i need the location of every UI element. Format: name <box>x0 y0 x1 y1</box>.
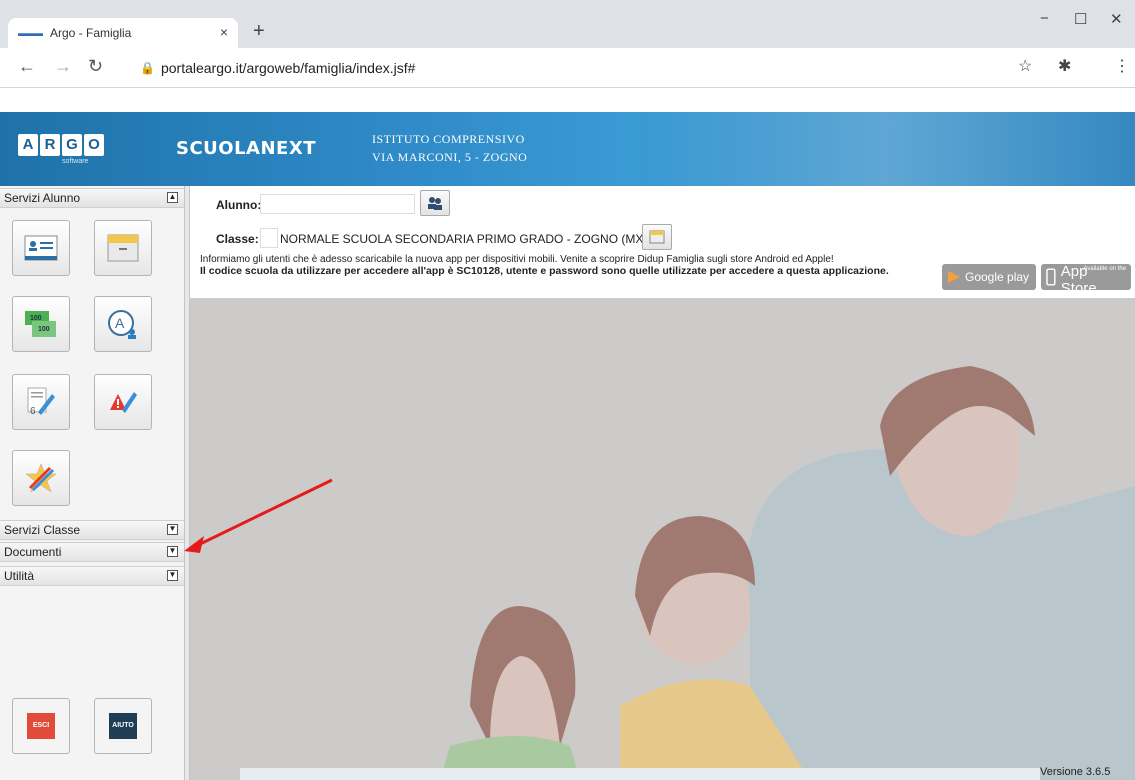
student-card-icon[interactable] <box>12 220 70 276</box>
forward-arrow-icon[interactable]: → <box>54 56 72 77</box>
google-play-label: Google play <box>965 270 1030 284</box>
argo-logo: A R G O <box>18 134 104 156</box>
section-utilita[interactable]: Utilità ▼ <box>0 566 186 586</box>
section-servizi-alunno[interactable]: Servizi Alunno ▲ <box>0 188 186 208</box>
exit-button[interactable]: ESCI <box>12 698 70 754</box>
logo-letter: O <box>84 134 104 156</box>
google-play-badge[interactable]: Google play <box>942 264 1036 290</box>
app-announcement: Informiamo gli utenti che è adesso scari… <box>200 254 834 265</box>
expand-toggle-icon[interactable]: ▼ <box>167 546 178 557</box>
school-name: ISTITUTO COMPRENSIVO <box>372 132 525 146</box>
grade-100-label: 100 <box>30 315 42 322</box>
status-strip <box>240 768 1040 780</box>
app-store-sub: Available on the <box>1083 266 1126 272</box>
select-student-button[interactable] <box>420 190 450 216</box>
reload-icon[interactable]: ↻ <box>88 56 103 77</box>
section-label: Documenti <box>4 545 62 559</box>
class-field <box>260 228 278 248</box>
logo-letter: R <box>40 134 60 156</box>
student-info-panel: Alunno: Classe: NORMALE SCUOLA SECONDARI… <box>190 186 1135 298</box>
section-servizi-classe[interactable]: Servizi Classe ▼ <box>0 520 186 540</box>
url-text: portaleargo.it/argoweb/famiglia/index.js… <box>160 60 416 76</box>
browser-tab-bar: ▬▬▬ Argo - Famiglia × + − ☐ ✕ <box>0 0 1135 48</box>
grade-100-label: 100 <box>38 326 50 333</box>
address-bar: ← → ↻ 🔒 portaleargo.it/argoweb/famiglia/… <box>0 48 1135 88</box>
minimize-button[interactable]: − <box>1040 10 1049 27</box>
register-book-icon <box>649 230 665 244</box>
logo-letter: A <box>18 134 38 156</box>
maximize-button[interactable]: ☐ <box>1074 10 1087 28</box>
header-photo-overlay <box>640 112 1135 186</box>
url-field[interactable]: 🔒 portaleargo.it/argoweb/famiglia/index.… <box>140 54 1095 82</box>
close-window-button[interactable]: ✕ <box>1110 10 1123 28</box>
menu-kebab-icon[interactable]: ⋮ <box>1114 56 1130 76</box>
class-details-button[interactable] <box>642 224 672 250</box>
new-tab-button[interactable]: + <box>253 20 265 43</box>
school-info: ISTITUTO COMPRENSIVO VIA MARCONI, 5 - ZO… <box>372 130 527 166</box>
achievements-star-icon[interactable] <box>12 450 70 506</box>
school-address: VIA MARCONI, 5 - ZOGNO <box>372 150 528 164</box>
expand-toggle-icon[interactable]: ▼ <box>167 570 178 581</box>
logo-subtitle: software <box>62 158 89 165</box>
absences-letter: A <box>115 315 125 331</box>
alunno-label: Alunno: <box>216 198 262 212</box>
student-name-field <box>260 194 415 214</box>
browser-tab[interactable]: ▬▬▬ Argo - Famiglia × <box>8 18 238 48</box>
collapse-toggle-icon[interactable]: ▲ <box>167 192 178 203</box>
homework-icon[interactable]: 6 <box>12 374 70 430</box>
back-arrow-icon[interactable]: ← <box>18 56 36 77</box>
section-label: Servizi Classe <box>4 523 81 537</box>
section-label: Servizi Alunno <box>4 191 81 205</box>
grades-icon[interactable]: 100 100 <box>12 296 70 352</box>
exit-label: ESCI <box>27 713 55 739</box>
logo-letter: G <box>62 134 82 156</box>
help-button[interactable]: AIUTO <box>94 698 152 754</box>
bookmark-star-icon[interactable]: ☆ <box>1018 56 1032 76</box>
version-label: Versione 3.6.5 <box>1040 766 1111 778</box>
classe-label: Classe: <box>216 232 259 246</box>
tab-title: Argo - Famiglia <box>50 26 132 40</box>
play-triangle-icon <box>948 271 960 283</box>
sidebar: Servizi Alunno ▲ 100 100 A 6 Servizi Clas… <box>0 186 186 780</box>
register-book-icon[interactable] <box>94 220 152 276</box>
expand-toggle-icon[interactable]: ▼ <box>167 524 178 535</box>
section-label: Utilità <box>4 569 35 583</box>
phone-icon <box>1046 268 1056 286</box>
main-content: Alunno: Classe: NORMALE SCUOLA SECONDARI… <box>190 186 1135 780</box>
absences-icon[interactable]: A <box>94 296 152 352</box>
app-header-banner: A R G O software SCUOLANEXT ISTITUTO COM… <box>0 112 1135 186</box>
argo-favicon-icon: ▬▬▬ <box>18 28 43 38</box>
users-icon <box>428 197 442 210</box>
class-value: NORMALE SCUOLA SECONDARIA PRIMO GRADO - … <box>280 232 661 246</box>
app-store-badge[interactable]: Available on the App Store <box>1041 263 1131 297</box>
tab-close-icon[interactable]: × <box>220 24 228 40</box>
app-code-notice: Il codice scuola da utilizzare per acced… <box>200 265 889 277</box>
extensions-icon[interactable]: ✱ <box>1058 56 1071 76</box>
section-documenti[interactable]: Documenti ▼ <box>0 542 186 562</box>
product-name: SCUOLANEXT <box>176 138 317 159</box>
help-label: AIUTO <box>109 713 137 739</box>
homework-digit: 6 <box>30 406 36 417</box>
lock-icon: 🔒 <box>140 61 155 75</box>
notes-icon[interactable] <box>94 374 152 430</box>
